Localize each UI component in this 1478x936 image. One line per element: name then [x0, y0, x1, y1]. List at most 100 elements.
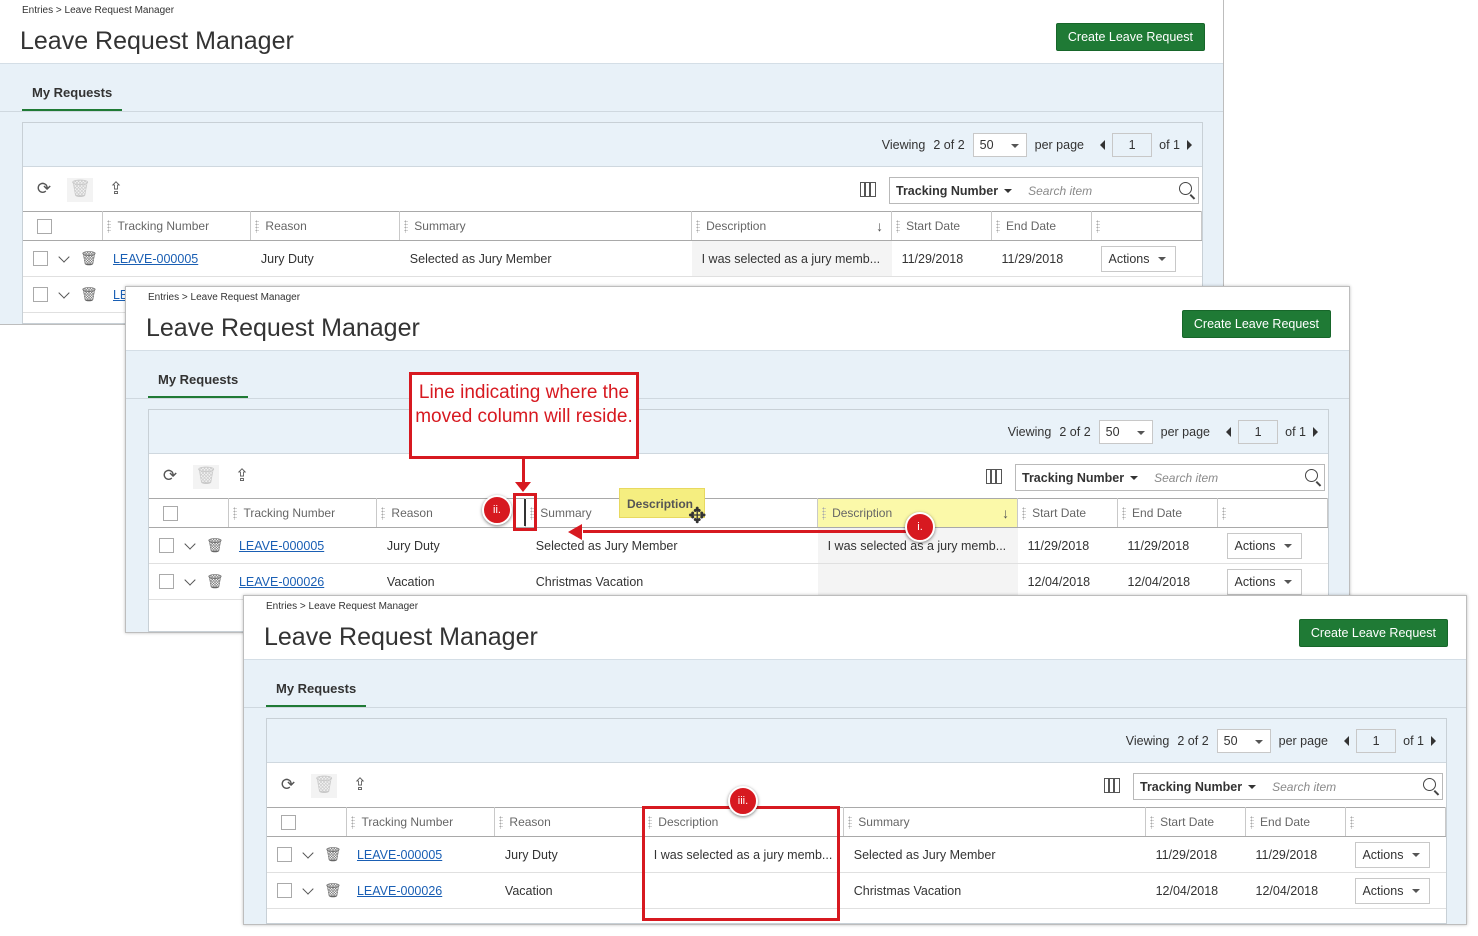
col-start-date[interactable]: Start Date — [1017, 498, 1119, 528]
col-summary[interactable]: Summary — [399, 211, 693, 241]
end-date-cell: 12/04/2018 — [1245, 872, 1346, 909]
prev-page-icon[interactable] — [1226, 427, 1232, 437]
refresh-icon[interactable]: ⟳ — [31, 178, 57, 202]
tab-my-requests[interactable]: My Requests — [148, 365, 249, 399]
breadcrumb[interactable]: Entries > Leave Request Manager — [148, 292, 300, 303]
col-end-date[interactable]: End Date — [1245, 807, 1346, 837]
actions-dropdown[interactable]: Actions — [1355, 877, 1431, 904]
per-page-select[interactable]: 50 — [1216, 729, 1271, 753]
grid-toolbar: ⟳ 🗑 ⇪ Tracking Number Search item — [23, 168, 1202, 210]
move-cursor-icon: ✥ — [688, 503, 707, 528]
columns-icon[interactable] — [1104, 778, 1120, 793]
trash-icon[interactable]: 🗑 — [206, 537, 224, 554]
chevron-down-icon[interactable] — [184, 537, 196, 550]
table-row[interactable]: 🗑 LEAVE-000005 Jury Duty I was selected … — [267, 836, 1446, 873]
chevron-down-icon[interactable] — [184, 573, 196, 586]
trash-icon[interactable]: 🗑 — [206, 573, 224, 590]
per-page-select[interactable]: 50 — [1098, 420, 1153, 444]
create-leave-request-button[interactable]: Create Leave Request — [1181, 310, 1331, 338]
refresh-icon[interactable]: ⟳ — [275, 774, 301, 798]
refresh-icon[interactable]: ⟳ — [157, 465, 183, 489]
chevron-down-icon[interactable] — [58, 286, 70, 299]
drop-indicator-line — [524, 499, 526, 526]
sort-arrow-icon: ↓ — [876, 218, 884, 234]
export-icon[interactable]: ⇪ — [229, 465, 255, 489]
search-icon[interactable] — [1305, 469, 1318, 482]
pager: 1 of 1 — [1226, 420, 1318, 444]
page-input[interactable]: 1 — [1238, 420, 1279, 444]
col-start-date[interactable]: Start Date — [891, 211, 993, 241]
columns-icon[interactable] — [860, 182, 876, 197]
search-field-dropdown[interactable]: Tracking Number — [1016, 471, 1144, 485]
actions-dropdown[interactable]: Actions — [1101, 245, 1177, 272]
actions-dropdown[interactable]: Actions — [1227, 532, 1303, 559]
search-icon[interactable] — [1423, 778, 1436, 791]
export-icon[interactable]: ⇪ — [103, 178, 129, 202]
search-field-dropdown[interactable]: Tracking Number — [1134, 780, 1262, 794]
prev-page-icon[interactable] — [1344, 736, 1350, 746]
columns-icon[interactable] — [986, 469, 1002, 484]
select-all-checkbox[interactable] — [37, 218, 52, 234]
tracking-link[interactable]: LEAVE-000005 — [357, 848, 442, 862]
row-checkbox[interactable] — [33, 251, 48, 266]
prev-page-icon[interactable] — [1100, 140, 1106, 150]
breadcrumb[interactable]: Entries > Leave Request Manager — [266, 601, 418, 612]
col-start-date[interactable]: Start Date — [1145, 807, 1247, 837]
delete-icon[interactable]: 🗑 — [67, 178, 93, 202]
select-all-checkbox[interactable] — [163, 505, 178, 521]
page-input[interactable]: 1 — [1112, 133, 1153, 157]
row-checkbox[interactable] — [277, 883, 292, 898]
next-page-icon[interactable] — [1313, 427, 1318, 437]
row-checkbox[interactable] — [159, 574, 174, 589]
trash-icon[interactable]: 🗑 — [324, 846, 342, 863]
tab-my-requests[interactable]: My Requests — [22, 78, 123, 112]
search-icon[interactable] — [1179, 182, 1192, 195]
page-input[interactable]: 1 — [1356, 729, 1397, 753]
col-reason[interactable]: Reason — [494, 807, 645, 837]
col-tracking-number[interactable]: Tracking Number — [228, 498, 378, 528]
next-page-icon[interactable] — [1431, 736, 1436, 746]
next-page-icon[interactable] — [1187, 140, 1192, 150]
create-leave-request-button[interactable]: Create Leave Request — [1298, 619, 1448, 647]
reason-cell: Jury Duty — [250, 240, 400, 277]
row-checkbox[interactable] — [159, 538, 174, 553]
col-tracking-number[interactable]: Tracking Number — [102, 211, 252, 241]
row-checkbox[interactable] — [33, 287, 48, 302]
tracking-link[interactable]: LEAVE-000026 — [357, 884, 442, 898]
tracking-link[interactable]: LEAVE-000005 — [113, 252, 198, 266]
tracking-link[interactable]: LEAVE-000026 — [239, 575, 324, 589]
actions-dropdown[interactable]: Actions — [1355, 841, 1431, 868]
col-end-date[interactable]: End Date — [1117, 498, 1218, 528]
delete-icon[interactable]: 🗑 — [311, 774, 337, 798]
search-input[interactable]: Search item — [1144, 471, 1218, 485]
search-input[interactable]: Search item — [1262, 780, 1336, 794]
chevron-down-icon[interactable] — [302, 846, 314, 859]
col-summary[interactable]: Summary — [843, 807, 1147, 837]
page-title: Leave Request Manager — [146, 314, 420, 342]
trash-icon[interactable]: 🗑 — [80, 286, 98, 303]
chevron-down-icon[interactable] — [58, 250, 70, 263]
tracking-link[interactable]: LEAVE-000005 — [239, 539, 324, 553]
viewing-summary: Viewing 2 of 2 50 per page — [1008, 420, 1210, 444]
col-description[interactable]: Description ↓ — [691, 211, 893, 241]
delete-icon[interactable]: 🗑 — [193, 465, 219, 489]
actions-dropdown[interactable]: Actions — [1227, 568, 1303, 595]
select-all-checkbox[interactable] — [281, 814, 296, 830]
page-title: Leave Request Manager — [264, 623, 538, 651]
create-leave-request-button[interactable]: Create Leave Request — [1055, 23, 1205, 51]
search-input[interactable]: Search item — [1018, 184, 1092, 198]
row-checkbox[interactable] — [277, 847, 292, 862]
col-reason[interactable]: Reason — [250, 211, 401, 241]
tab-my-requests[interactable]: My Requests — [266, 674, 367, 708]
breadcrumb[interactable]: Entries > Leave Request Manager — [22, 5, 174, 16]
chevron-down-icon[interactable] — [302, 882, 314, 895]
col-end-date[interactable]: End Date — [991, 211, 1092, 241]
export-icon[interactable]: ⇪ — [347, 774, 373, 798]
table-row[interactable]: 🗑 LEAVE-000026 Vacation Christmas Vacati… — [267, 872, 1446, 909]
trash-icon[interactable]: 🗑 — [324, 882, 342, 899]
per-page-select[interactable]: 50 — [972, 133, 1027, 157]
search-field-dropdown[interactable]: Tracking Number — [890, 184, 1018, 198]
col-tracking-number[interactable]: Tracking Number — [346, 807, 496, 837]
trash-icon[interactable]: 🗑 — [80, 250, 98, 267]
table-row[interactable]: 🗑 LEAVE-000005 Jury Duty Selected as Jur… — [23, 240, 1202, 277]
